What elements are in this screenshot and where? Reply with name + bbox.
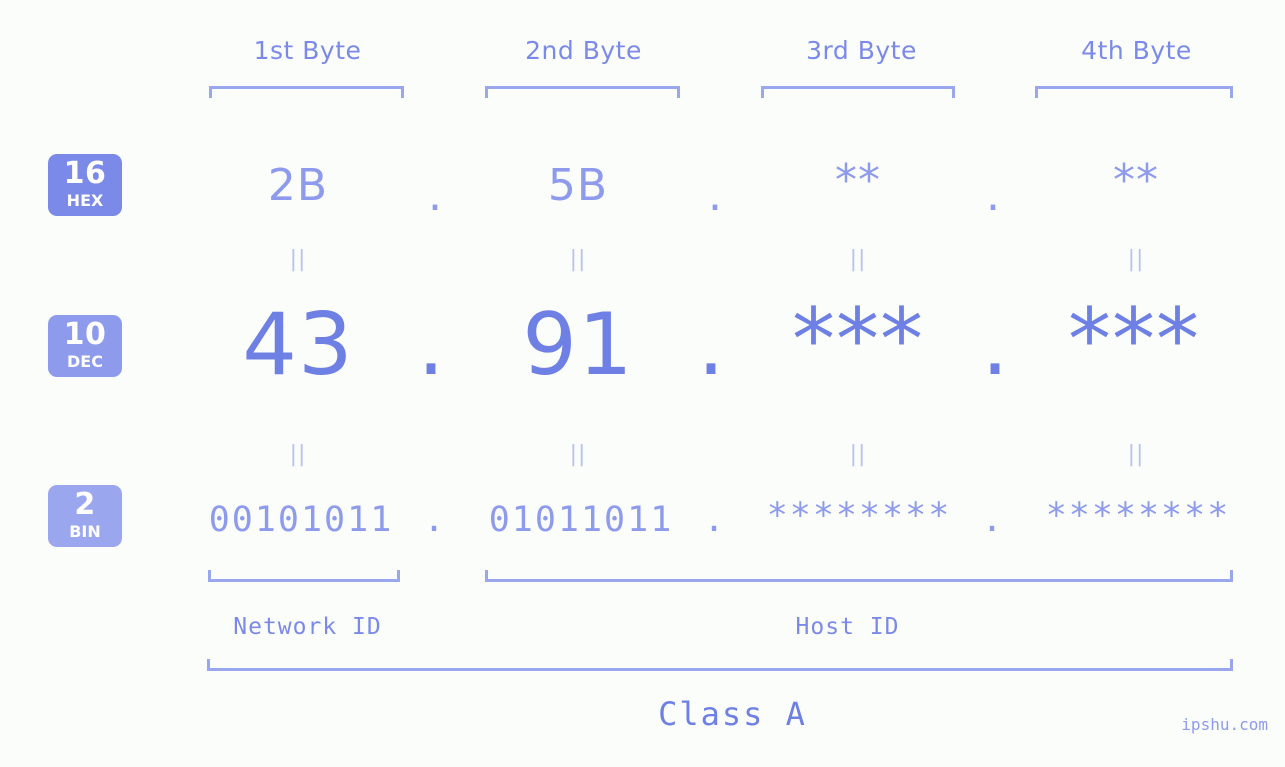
row-badge-dec-number: 10 xyxy=(63,317,107,352)
network-id-bracket xyxy=(208,570,400,582)
dec-byte-1: 43 xyxy=(242,295,354,395)
bin-separator-1: . xyxy=(423,500,445,540)
byte-header-2: 2nd Byte xyxy=(525,36,642,65)
bin-byte-4: ******** xyxy=(1045,496,1231,536)
connector-hex-dec-1: || xyxy=(289,247,307,272)
row-badge-bin-name: BIN xyxy=(69,522,101,541)
byte-bracket-2 xyxy=(485,86,680,98)
hex-separator-1: . xyxy=(428,170,442,221)
hex-separator-3: . xyxy=(986,170,1000,221)
connector-dec-bin-2: || xyxy=(569,442,587,467)
connector-dec-bin-1: || xyxy=(289,442,307,467)
row-badge-dec-name: DEC xyxy=(67,352,103,371)
bin-separator-3: . xyxy=(981,500,1003,540)
byte-header-3: 3rd Byte xyxy=(806,36,917,65)
hex-byte-2: 5B xyxy=(547,160,609,211)
byte-header-4: 4th Byte xyxy=(1081,36,1192,65)
byte-bracket-1 xyxy=(209,86,404,98)
host-id-label: Host ID xyxy=(795,614,900,640)
connector-dec-bin-3: || xyxy=(849,442,867,467)
row-badge-hex-number: 16 xyxy=(63,156,107,191)
host-id-bracket xyxy=(485,570,1233,582)
connector-hex-dec-4: || xyxy=(1127,247,1145,272)
diagram-canvas: 1st Byte 2nd Byte 3rd Byte 4th Byte 16 H… xyxy=(0,0,1285,767)
byte-bracket-3 xyxy=(761,86,955,98)
row-badge-dec: 10 DEC xyxy=(48,315,122,377)
class-label: Class A xyxy=(658,695,807,733)
class-bracket xyxy=(207,659,1233,671)
dec-byte-4: *** xyxy=(1068,290,1200,390)
byte-bracket-4 xyxy=(1035,86,1233,98)
dec-byte-3: *** xyxy=(792,290,924,390)
bin-byte-1: 00101011 xyxy=(208,500,394,540)
bin-separator-2: . xyxy=(703,500,725,540)
dec-separator-3: . xyxy=(981,295,1009,395)
row-badge-hex: 16 HEX xyxy=(48,154,122,216)
network-id-label: Network ID xyxy=(233,614,382,640)
byte-header-1: 1st Byte xyxy=(253,36,362,65)
connector-hex-dec-2: || xyxy=(569,247,587,272)
hex-byte-1: 2B xyxy=(267,160,329,211)
hex-byte-4: ** xyxy=(1113,155,1159,206)
connector-hex-dec-3: || xyxy=(849,247,867,272)
bin-byte-3: ******** xyxy=(766,496,952,536)
dec-byte-2: 91 xyxy=(522,295,634,395)
row-badge-bin-number: 2 xyxy=(74,487,96,522)
bin-byte-2: 01011011 xyxy=(488,500,674,540)
dec-separator-2: . xyxy=(697,295,725,395)
row-badge-hex-name: HEX xyxy=(66,191,104,210)
connector-dec-bin-4: || xyxy=(1127,442,1145,467)
watermark: ipshu.com xyxy=(1181,715,1268,734)
hex-byte-3: ** xyxy=(835,155,881,206)
dec-separator-1: . xyxy=(417,295,445,395)
row-badge-bin: 2 BIN xyxy=(48,485,122,547)
hex-separator-2: . xyxy=(708,170,722,221)
